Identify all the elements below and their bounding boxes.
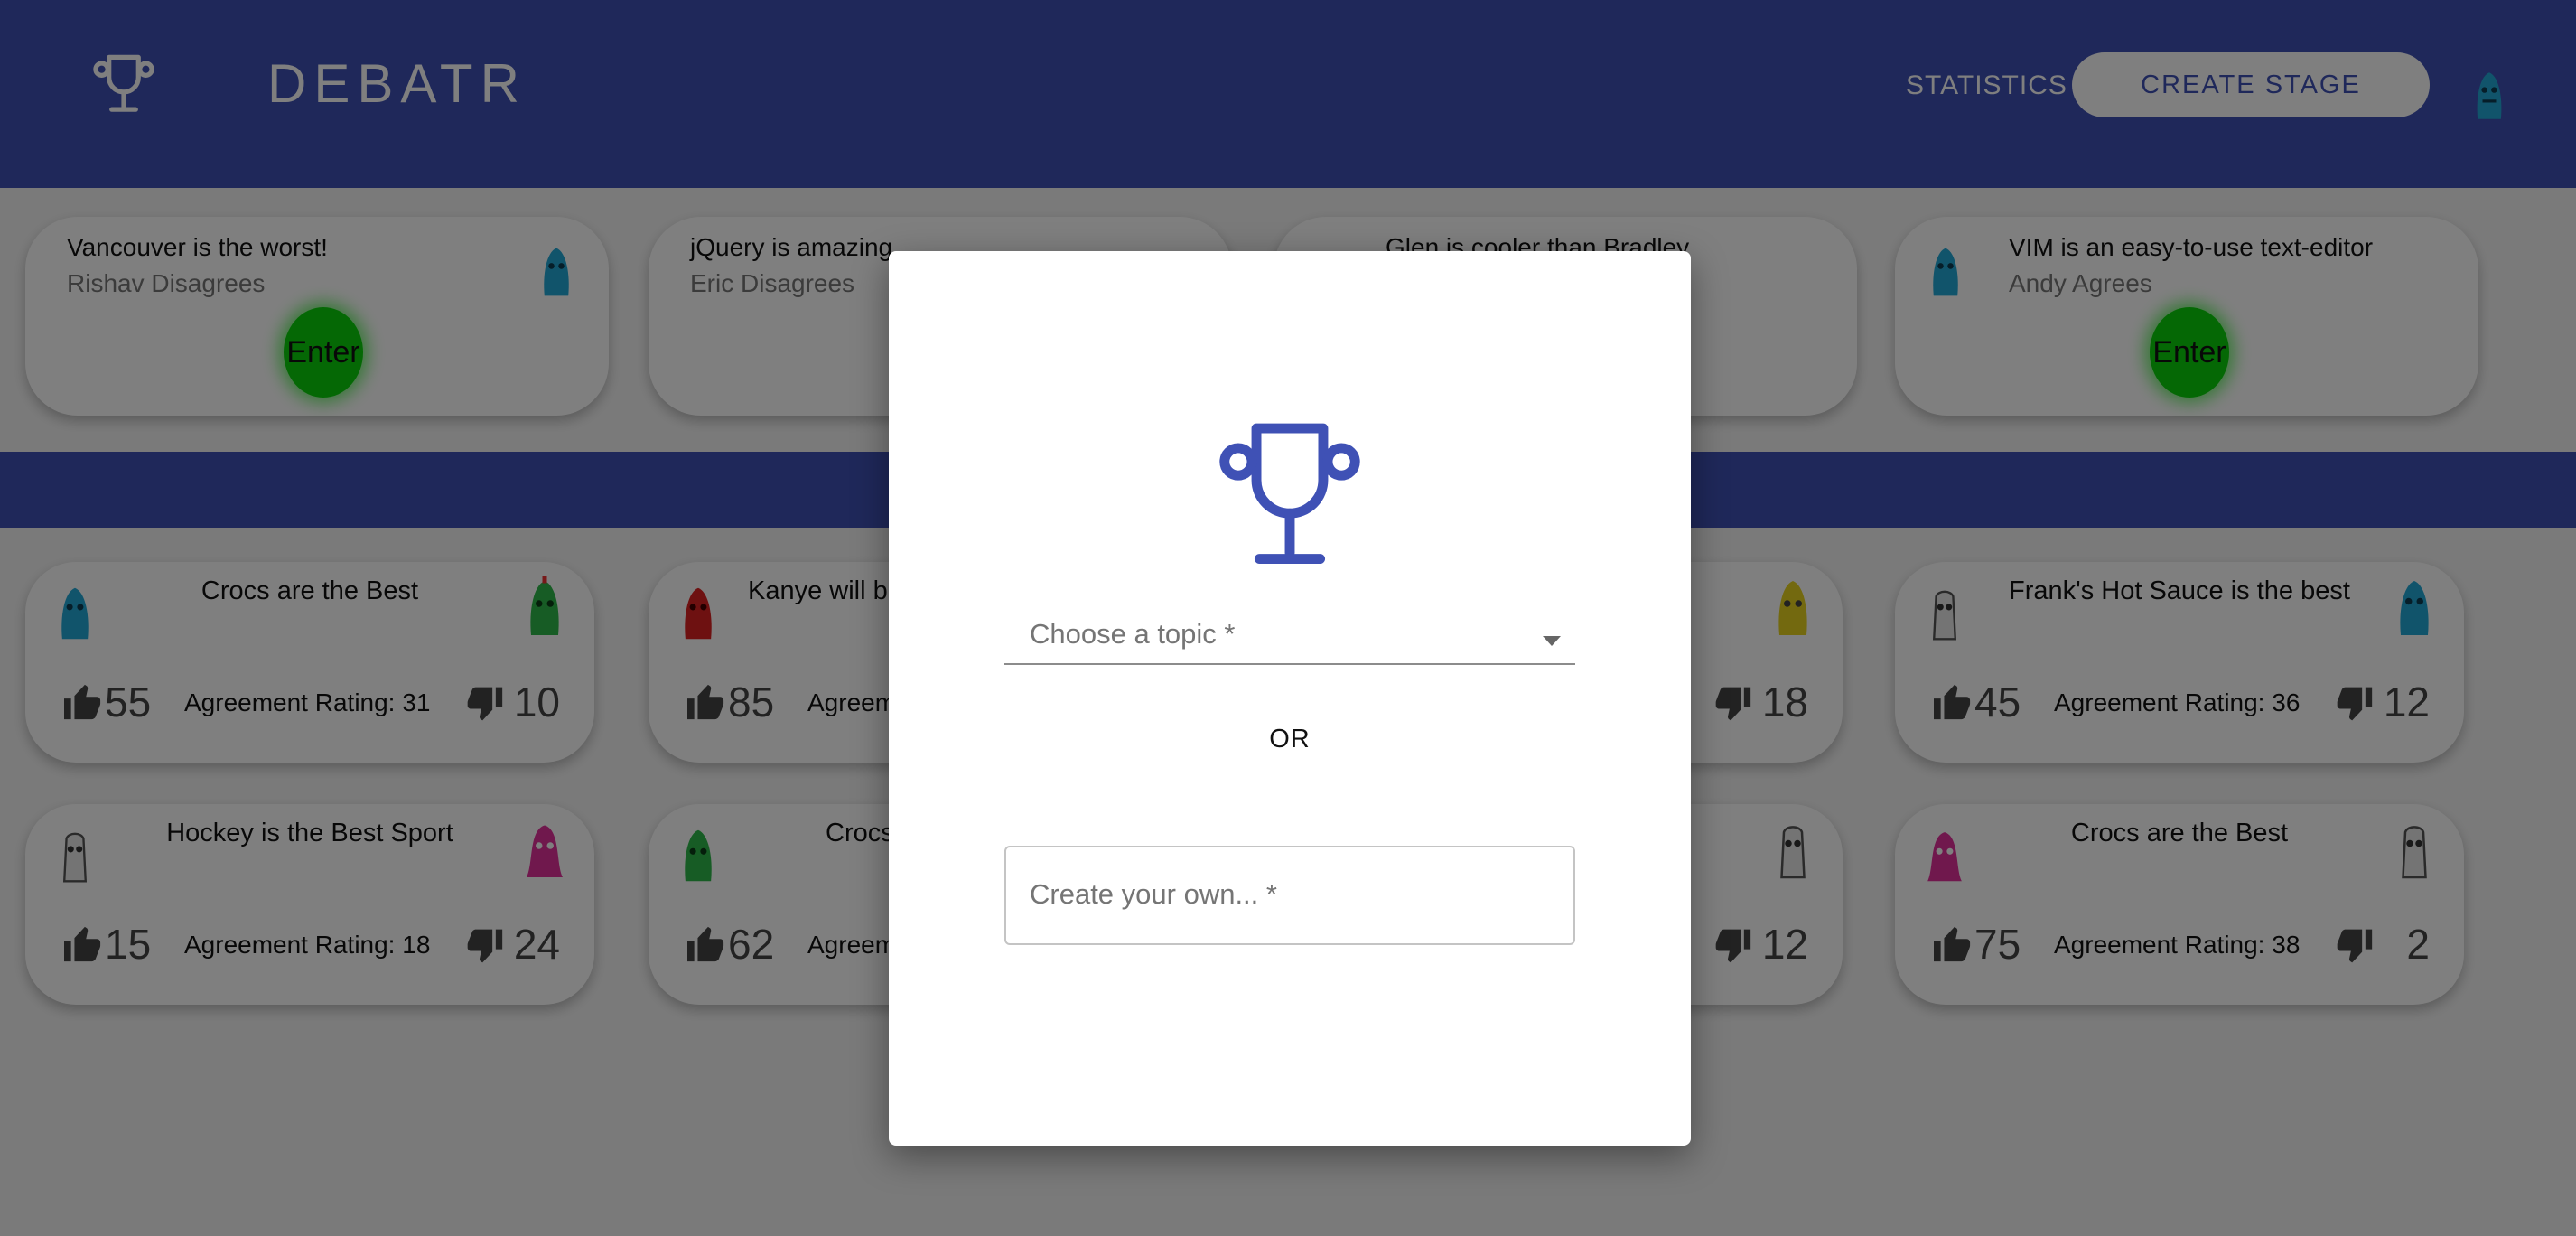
topic-select-label: Choose a topic * <box>1030 618 1236 650</box>
custom-topic-label: Create your own... * <box>1030 878 1277 910</box>
custom-topic-input[interactable]: Create your own... * <box>1004 846 1575 945</box>
create-stage-dialog: Choose a topic * OR Create your own... * <box>889 251 1691 1146</box>
or-divider-text: OR <box>1269 725 1311 754</box>
dropdown-arrow-icon <box>1543 636 1561 646</box>
trophy-icon <box>1219 423 1360 565</box>
topic-select[interactable]: Choose a topic * <box>1004 602 1575 665</box>
